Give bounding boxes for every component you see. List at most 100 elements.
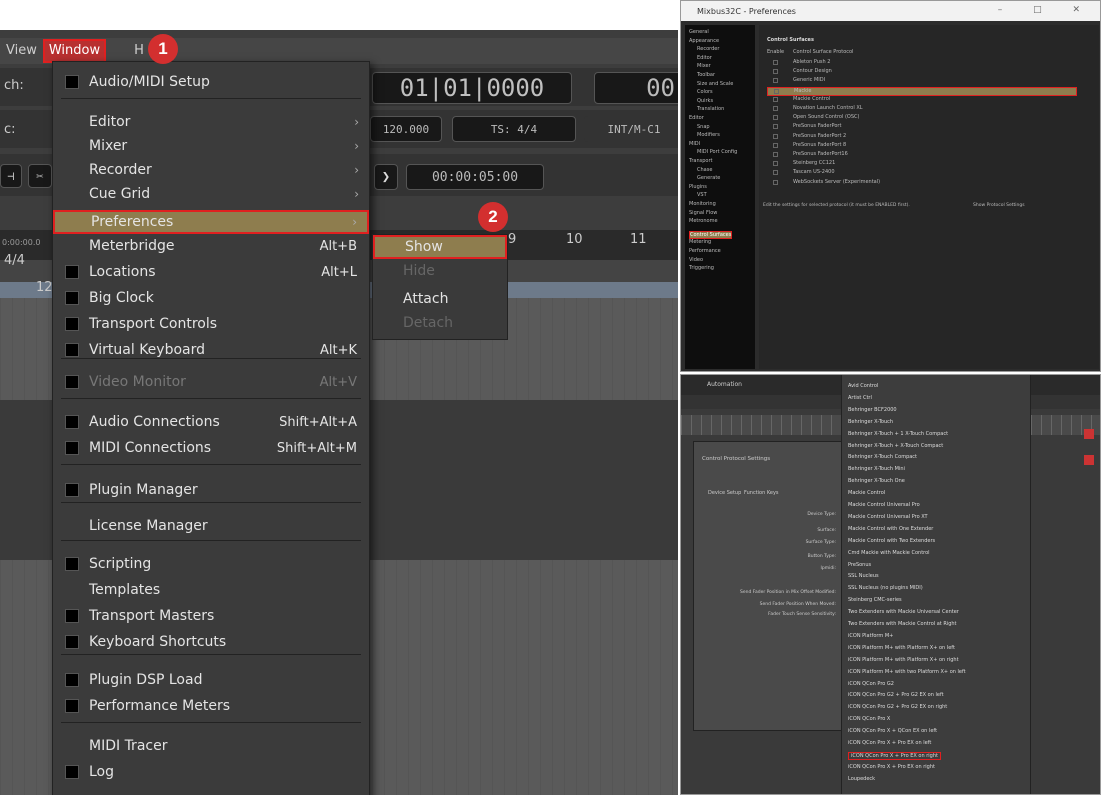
protocol-row[interactable]: Steinberg CC121 <box>767 160 1077 167</box>
pref-sidebar-item[interactable]: Colors <box>697 89 713 95</box>
device-list-item[interactable]: Behringer X-Touch + X-Touch Compact <box>848 443 943 449</box>
sync-display[interactable]: INT/M-C1 <box>584 116 678 142</box>
device-list-item[interactable]: iCON Platform M+ with Platform X+ on rig… <box>848 657 959 663</box>
pref-sidebar-item[interactable]: MIDI Port Config <box>697 149 737 155</box>
pref-sidebar-item[interactable]: Generate <box>697 175 720 181</box>
pref-sidebar-item[interactable]: Snap <box>697 124 710 130</box>
pref-sidebar-item[interactable]: Editor <box>689 115 704 121</box>
submenu-detach[interactable]: Detach <box>373 311 507 335</box>
checkbox[interactable] <box>65 343 79 357</box>
checkbox[interactable] <box>65 765 79 779</box>
menu-item-plugin-dsp-load[interactable]: Plugin DSP Load <box>53 668 369 692</box>
pref-sidebar-item[interactable]: Mixer <box>697 63 711 69</box>
checkbox[interactable] <box>65 291 79 305</box>
checkbox[interactable] <box>65 673 79 687</box>
protocol-row[interactable]: WebSockets Server (Experimental) <box>767 179 1077 186</box>
enable-checkbox[interactable] <box>773 69 778 75</box>
menu-item-log[interactable]: Log <box>53 760 369 784</box>
protocol-row[interactable]: PreSonus FaderPort 2 <box>767 133 1077 140</box>
device-list-item[interactable]: Mackie Control with One Extender <box>848 526 933 532</box>
secondary-clock[interactable]: 00 <box>594 72 678 104</box>
device-list-item[interactable]: iCON QCon Pro X + Pro EX on right <box>848 751 941 760</box>
submenu-attach[interactable]: Attach <box>373 287 507 311</box>
protocol-row[interactable]: PreSonus FaderPort 8 <box>767 142 1077 149</box>
menu-item-transport-masters[interactable]: Transport Masters <box>53 604 369 628</box>
pref-sidebar-item[interactable]: Control Surfaces <box>689 230 733 239</box>
menu-item-audio-midi-setup[interactable]: Audio/MIDI Setup <box>53 70 369 94</box>
menu-item-locations[interactable]: Locations Alt+L <box>53 260 369 284</box>
checkbox[interactable] <box>65 557 79 571</box>
protocol-row[interactable]: Ableton Push 2 <box>767 59 1077 66</box>
pref-sidebar-item[interactable]: Appearance <box>689 38 719 44</box>
menu-item-audio-connections[interactable]: Audio Connections Shift+Alt+A <box>53 410 369 434</box>
device-list-item[interactable]: PreSonus <box>848 562 871 568</box>
enable-checkbox[interactable] <box>773 152 778 157</box>
device-list-item[interactable]: iCON Platform M+ <box>848 633 893 639</box>
menu-item-preferences[interactable]: Preferences › <box>53 210 369 234</box>
pref-sidebar-item[interactable]: Quirks <box>697 98 713 104</box>
checkbox[interactable] <box>65 265 79 279</box>
device-list-item[interactable]: Behringer X-Touch <box>848 419 893 425</box>
device-list-item[interactable]: Two Extenders with Mackie Universal Cent… <box>848 609 959 615</box>
device-list-item[interactable]: iCON QCon Pro G2 + Pro G2 EX on left <box>848 692 944 698</box>
menu-item-editor[interactable]: Editor › <box>53 110 369 134</box>
tab-function-keys[interactable]: Function Keys <box>744 490 779 496</box>
protocol-row[interactable]: Mackie Control <box>767 96 1077 103</box>
enable-checkbox[interactable] <box>773 106 778 111</box>
protocol-row[interactable]: PreSonus FaderPort16 <box>767 151 1077 158</box>
menu-item-midi-tracer[interactable]: MIDI Tracer <box>53 734 369 758</box>
submenu-show[interactable]: Show <box>373 235 507 259</box>
checkbox[interactable] <box>65 699 79 713</box>
pref-sidebar-item[interactable]: Toolbar <box>697 72 715 78</box>
protocol-row[interactable]: Open Sound Control (OSC) <box>767 114 1077 121</box>
enable-checkbox[interactable] <box>773 78 778 84</box>
menu-item-license-manager[interactable]: License Manager <box>53 514 369 538</box>
menu-item-recorder[interactable]: Recorder › <box>53 158 369 182</box>
checkbox[interactable] <box>65 483 79 497</box>
enable-checkbox[interactable] <box>773 179 778 185</box>
device-list-item[interactable]: Behringer BCF2000 <box>848 407 897 413</box>
protocol-row[interactable]: Contour Design <box>767 68 1077 75</box>
device-list-item[interactable]: SSL Nucleus <box>848 573 879 579</box>
checkbox[interactable] <box>65 317 79 331</box>
menu-item-plugin-manager[interactable]: Plugin Manager <box>53 478 369 502</box>
protocol-row[interactable]: Mackie <box>767 86 1077 96</box>
enable-checkbox[interactable] <box>773 142 778 148</box>
pref-sidebar-item[interactable]: General <box>689 29 709 35</box>
window-controls[interactable]: – □ ✕ <box>998 5 1094 15</box>
checkbox[interactable] <box>65 375 79 389</box>
menu-item-templates[interactable]: Templates <box>53 578 369 602</box>
device-list-item[interactable]: Steinberg CMC-series <box>848 597 902 603</box>
device-list-item[interactable]: SSL Nucleus (no plugins MIDI) <box>848 585 923 591</box>
device-list-item[interactable]: Artist Ctrl <box>848 395 872 401</box>
device-list-item[interactable]: iCON QCon Pro X + QCon EX on left <box>848 728 937 734</box>
primary-clock[interactable]: 01|01|0000 <box>372 72 572 104</box>
pref-sidebar-item[interactable]: Metering <box>689 239 711 245</box>
show-protocol-settings-button[interactable]: Show Protocol Settings <box>973 203 1025 208</box>
pref-sidebar-item[interactable]: Triggering <box>689 265 714 271</box>
enable-checkbox[interactable] <box>773 115 778 121</box>
menu-item-virtual-keyboard[interactable]: Virtual Keyboard Alt+K <box>53 338 369 362</box>
protocol-row[interactable]: Novation Launch Control XL <box>767 105 1077 112</box>
device-list-item[interactable]: Behringer X-Touch Mini <box>848 466 905 472</box>
device-list-item[interactable]: Behringer X-Touch One <box>848 478 905 484</box>
menu-item-midi-connections[interactable]: MIDI Connections Shift+Alt+M <box>53 436 369 460</box>
menu-item-scripting[interactable]: Scripting <box>53 552 369 576</box>
enable-checkbox[interactable] <box>773 170 778 176</box>
device-list-item[interactable]: iCON QCon Pro G2 + Pro G2 EX on right <box>848 704 947 710</box>
device-list-item[interactable]: iCON QCon Pro X + Pro EX on left <box>848 740 931 746</box>
time-signature-display[interactable]: TS: 4/4 <box>452 116 576 142</box>
scissors-icon[interactable]: ✂ <box>28 164 52 188</box>
menu-item-video-monitor[interactable]: Video Monitor Alt+V <box>53 370 369 394</box>
checkbox[interactable] <box>65 441 79 455</box>
pref-sidebar-item[interactable]: VST <box>697 192 707 198</box>
device-list-item[interactable]: iCON QCon Pro G2 <box>848 681 894 687</box>
checkbox[interactable] <box>65 75 79 89</box>
checkbox[interactable] <box>65 415 79 429</box>
tab-device-setup[interactable]: Device Setup <box>708 490 741 496</box>
enable-checkbox[interactable] <box>774 88 779 94</box>
pref-sidebar-item[interactable]: Modifiers <box>697 132 720 138</box>
device-list-item[interactable]: iCON QCon Pro X + Pro EX on right <box>848 764 935 770</box>
device-list-item[interactable]: Mackie Control with Two Extenders <box>848 538 935 544</box>
pref-sidebar-item[interactable]: Video <box>689 257 703 263</box>
